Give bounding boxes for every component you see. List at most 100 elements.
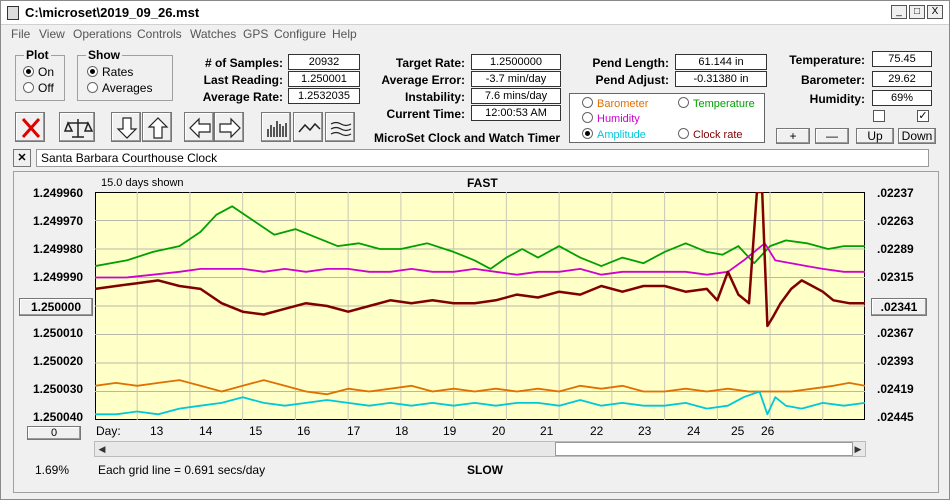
y-tick-label: 1.249960 [33, 186, 84, 200]
grid-note: Each grid line = 0.691 secs/day [98, 463, 266, 477]
source-selector: Barometer Temperature Humidity Amplitude… [569, 93, 765, 143]
arrow-up-icon [147, 117, 169, 139]
temperature-label: Temperature: [789, 53, 865, 67]
y-tick-label: 1.250040 [33, 410, 84, 424]
pend-length-value: 61.144 in [675, 54, 767, 70]
maximize-button[interactable]: □ [909, 5, 925, 19]
pend-length-label: Pend Length: [592, 56, 669, 70]
plot-off-label: Off [38, 81, 54, 95]
right-center-value-button[interactable]: .02341 [871, 298, 927, 316]
close-button[interactable]: X [927, 5, 943, 19]
y-tick-label: 1.249990 [33, 270, 84, 284]
menu-operations[interactable]: Operations [73, 27, 132, 41]
menu-controls[interactable]: Controls [137, 27, 182, 41]
app-window: C:\microset\2019_09_26.mst _ □ X File Vi… [0, 0, 950, 500]
current-time-label: Current Time: [386, 107, 465, 121]
slow-label: SLOW [467, 463, 503, 477]
arrow-left-icon [189, 117, 211, 139]
scroll-left-icon[interactable]: ◀ [95, 442, 109, 456]
plot-on-label: On [38, 65, 55, 79]
average-error-value: -3.7 min/day [471, 71, 561, 87]
time-scrollbar[interactable]: ◀ ▶ [94, 441, 866, 457]
up-arrow-button[interactable] [142, 112, 172, 142]
plot-group-title: Plot [24, 48, 51, 62]
pend-adjust-label: Pend Adjust: [595, 73, 669, 87]
target-rate-label: Target Rate: [395, 56, 465, 70]
y2-tick-label: .02315 [877, 270, 914, 284]
day-tick-label: 17 [347, 424, 361, 438]
menu-watches[interactable]: Watches [190, 27, 236, 41]
show-rates-radio[interactable]: Rates [87, 65, 133, 79]
menu-gps[interactable]: GPS [243, 27, 268, 41]
radio-dot [87, 66, 98, 77]
zero-button[interactable]: 0 [27, 426, 81, 440]
clock-name-field[interactable]: Santa Barbara Courthouse Clock [36, 149, 929, 167]
pend-adjust-value: -0.31380 in [675, 71, 767, 87]
clear-name-button[interactable]: ✕ [13, 149, 31, 167]
day-tick-label: 20 [492, 424, 506, 438]
plot-off-radio[interactable]: Off [23, 81, 54, 95]
temperature-value: 75.45 [872, 51, 932, 67]
scroll-right-icon[interactable]: ▶ [851, 442, 865, 456]
show-averages-radio[interactable]: Averages [87, 81, 152, 95]
radio-dot [678, 97, 689, 108]
scroll-thumb[interactable] [555, 442, 853, 456]
left-center-value-button[interactable]: 1.250000 [19, 298, 93, 316]
source-amplitude-radio[interactable]: Amplitude [582, 128, 646, 141]
samples-value: 20932 [288, 54, 360, 70]
y2-tick-label: .02419 [877, 382, 914, 396]
y-tick-label: 1.250010 [33, 326, 84, 340]
menu-help[interactable]: Help [332, 27, 357, 41]
source-barometer-label: Barometer [597, 98, 649, 110]
left-checkbox[interactable] [873, 110, 885, 122]
scroll-up-button[interactable]: Up [856, 128, 894, 144]
histogram-button[interactable] [261, 112, 291, 142]
y-tick-label: 1.249970 [33, 214, 84, 228]
radio-dot [582, 128, 593, 139]
barometer-value: 29.62 [872, 71, 932, 87]
source-temperature-radio[interactable]: Temperature [678, 97, 755, 110]
current-time-value: 12:00:53 AM [471, 105, 561, 121]
left-arrow-button[interactable] [184, 112, 214, 142]
zoom-in-button[interactable]: + [776, 128, 810, 144]
menu-view[interactable]: View [39, 27, 65, 41]
last-reading-value: 1.250001 [288, 71, 360, 87]
radio-dot [87, 82, 98, 93]
wave-lines-icon [330, 121, 352, 137]
show-averages-label: Averages [102, 81, 153, 95]
y2-tick-label: .02263 [877, 214, 914, 228]
stop-button[interactable] [15, 112, 45, 142]
average-rate-label: Average Rate: [202, 90, 283, 104]
right-arrow-button[interactable] [214, 112, 244, 142]
rate-chart[interactable] [95, 192, 865, 420]
zoom-out-button[interactable]: — [815, 128, 849, 144]
radio-dot [582, 112, 593, 123]
y2-tick-label: .02445 [877, 410, 914, 424]
day-tick-label: 23 [638, 424, 652, 438]
line-graph-button[interactable] [293, 112, 323, 142]
smooth-graph-button[interactable] [325, 112, 355, 142]
arrow-right-icon [219, 117, 241, 139]
day-tick-label: 18 [395, 424, 409, 438]
down-arrow-button[interactable] [111, 112, 141, 142]
title-bar[interactable]: C:\microset\2019_09_26.mst _ □ X [1, 1, 949, 25]
app-icon [7, 6, 19, 20]
y-tick-label: 1.249980 [33, 242, 84, 256]
source-clock-rate-radio[interactable]: Clock rate [678, 128, 743, 141]
source-humidity-radio[interactable]: Humidity [582, 112, 640, 125]
menu-configure[interactable]: Configure [274, 27, 326, 41]
minimize-button[interactable]: _ [891, 5, 907, 19]
day-tick-label: 25 [731, 424, 745, 438]
radio-dot [23, 82, 34, 93]
balance-button[interactable] [59, 112, 95, 142]
day-axis-label: Day: [96, 424, 121, 438]
scroll-down-button[interactable]: Down [898, 128, 936, 144]
plot-on-radio[interactable]: On [23, 65, 54, 79]
right-checkbox[interactable]: ✓ [917, 110, 929, 122]
percent-label: 1.69% [35, 463, 70, 477]
barometer-label: Barometer: [800, 73, 865, 87]
menu-file[interactable]: File [11, 27, 30, 41]
day-tick-label: 22 [590, 424, 604, 438]
source-barometer-radio[interactable]: Barometer [582, 97, 648, 110]
radio-dot [678, 128, 689, 139]
